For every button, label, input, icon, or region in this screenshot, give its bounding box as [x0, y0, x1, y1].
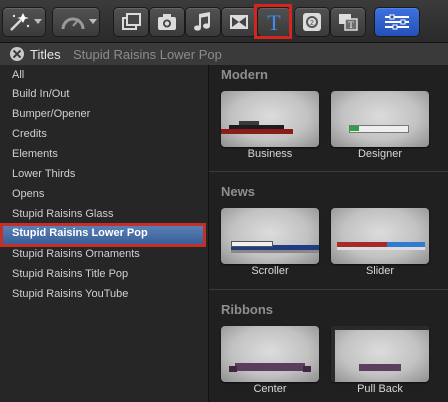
inspector-button[interactable] [374, 7, 420, 37]
sidebar-item-credits[interactable]: Credits [0, 124, 206, 144]
title-thumbnail-scroller[interactable] [221, 208, 319, 264]
camera-icon [158, 14, 176, 30]
titles-grid: Modern Business Designer News Scroller S… [209, 65, 448, 402]
sidebar-item-stupid-raisins-title-pop[interactable]: Stupid Raisins Title Pop [0, 264, 206, 284]
chevron-down-icon [89, 19, 97, 24]
section-divider [209, 289, 448, 290]
inspector-icon [385, 14, 409, 30]
clip-stack-icon [122, 13, 141, 30]
title-label-designer: Designer [357, 148, 403, 160]
browser-header: Titles Stupid Raisins Lower Pop [0, 43, 448, 66]
section-divider [209, 171, 448, 172]
generator-icon: 2 [303, 13, 321, 31]
sidebar-item-elements[interactable]: Elements [0, 144, 206, 164]
section-title-news: News [221, 184, 255, 199]
retime-button[interactable] [52, 7, 100, 37]
title-thumbnail-center[interactable] [221, 326, 319, 382]
title-thumbnail-designer[interactable] [331, 91, 429, 147]
title-label-business: Business [247, 148, 293, 160]
chevron-down-icon [34, 19, 42, 24]
enhance-button[interactable] [2, 7, 46, 37]
title-thumbnail-slider[interactable] [331, 208, 429, 264]
transition-icon [230, 15, 248, 29]
title-label-center: Center [253, 383, 287, 395]
themes-icon: T [339, 14, 358, 31]
sidebar-item-stupid-raisins-ornaments[interactable]: Stupid Raisins Ornaments [0, 244, 206, 264]
sidebar-item-lower-thirds[interactable]: Lower Thirds [0, 164, 206, 184]
sidebar-item-all[interactable]: All [0, 65, 206, 85]
category-sidebar: All Build In/Out Bumper/Opener Credits E… [0, 65, 209, 402]
generators-button[interactable]: 2 [294, 7, 330, 37]
libraries-button[interactable] [113, 7, 149, 37]
toolbar: T 2 T [0, 0, 448, 43]
browser-title: Titles [30, 47, 61, 62]
sidebar-item-bumper-opener[interactable]: Bumper/Opener [0, 104, 206, 124]
music-button[interactable] [185, 7, 221, 37]
sidebar-item-build-in-out[interactable]: Build In/Out [0, 84, 206, 104]
close-icon[interactable] [10, 47, 24, 61]
themes-button[interactable]: T [330, 7, 366, 37]
section-title-ribbons: Ribbons [221, 302, 273, 317]
search-field[interactable]: Stupid Raisins Lower Pop [73, 47, 222, 62]
svg-text:T: T [348, 20, 354, 30]
photos-button[interactable] [149, 7, 185, 37]
title-label-slider: Slider [365, 265, 395, 277]
sidebar-item-stupid-raisins-youtube[interactable]: Stupid Raisins YouTube [0, 284, 206, 304]
title-label-pull-back: Pull Back [357, 383, 403, 395]
svg-text:2: 2 [310, 20, 314, 27]
title-label-scroller: Scroller [251, 265, 289, 277]
sidebar-item-opens[interactable]: Opens [0, 184, 206, 204]
title-thumbnail-pull-back[interactable] [331, 326, 429, 382]
title-thumbnail-business[interactable] [221, 91, 319, 147]
section-title-modern: Modern [221, 67, 268, 82]
highlight-frame [254, 4, 292, 39]
sidebar-item-stupid-raisins-glass[interactable]: Stupid Raisins Glass [0, 204, 206, 224]
music-note-icon [194, 12, 210, 31]
transitions-button[interactable] [221, 7, 257, 37]
